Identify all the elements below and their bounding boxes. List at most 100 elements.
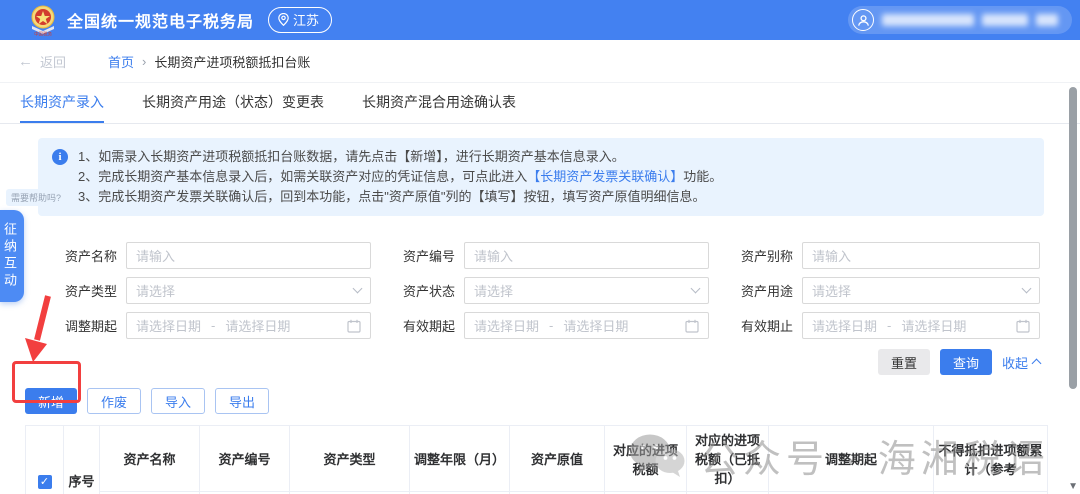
asset-status-label: 资产状态 <box>402 284 455 299</box>
col-adjust-months: 调整年限（月） <box>409 425 510 492</box>
notice-line-2-text: 2、完成长期资产基本信息录入后，如需关联资产对应的凭证信息，可点此进入 <box>78 169 528 184</box>
help-tooltip[interactable]: 需要帮助吗? <box>6 189 67 206</box>
asset-code-placeholder: 请输入 <box>474 249 514 264</box>
field-valid-period-end: 有效期止 请选择日期 - 请选择日期 <box>733 312 1040 339</box>
adjust-period-daterange[interactable]: 请选择日期 - 请选择日期 <box>126 312 371 339</box>
back-label: 返回 <box>40 54 67 70</box>
col-input-tax-deducted: 对应的进项税额（已抵扣） <box>686 425 769 492</box>
valid-start-daterange[interactable]: 请选择日期 - 请选择日期 <box>464 312 709 339</box>
interaction-side-tab[interactable]: 征纳互动 <box>0 210 24 302</box>
field-asset-name: 资产名称 请输入 <box>57 242 371 269</box>
app-header: 中国税务 全国统一规范电子税务局 江苏 <box>0 0 1080 40</box>
asset-status-select[interactable]: 请选择 <box>464 277 709 304</box>
back-button[interactable]: ← 返回 <box>18 52 66 71</box>
import-button[interactable]: 导入 <box>151 388 206 414</box>
tab-bar: 长期资产录入 长期资产用途（状态）变更表 长期资产混合用途确认表 <box>0 82 1080 124</box>
adjust-period-label: 调整期起 <box>64 319 117 334</box>
date-start-placeholder: 请选择日期 <box>136 319 202 334</box>
valid-end-daterange[interactable]: 请选择日期 - 请选择日期 <box>802 312 1040 339</box>
redacted-username <box>882 14 974 26</box>
asset-status-placeholder: 请选择 <box>474 284 514 299</box>
asset-type-placeholder: 请选择 <box>136 284 176 299</box>
date-separator: - <box>887 318 892 333</box>
col-asset-code: 资产编号 <box>199 425 290 492</box>
notice-line-3: 3、完成长期资产发票关联确认后，回到本功能，点击"资产原值"列的【填写】按钮，填… <box>78 189 706 204</box>
col-original-value: 资产原值 <box>509 425 605 492</box>
col-asset-name: 资产名称 <box>99 425 200 492</box>
asset-alias-input[interactable]: 请输入 <box>802 242 1040 269</box>
field-asset-type: 资产类型 请选择 <box>57 277 371 304</box>
page: 中国税务 全国统一规范电子税务局 江苏 ← 返回 首页 › 长期资产进项税额抵扣… <box>0 0 1080 494</box>
vertical-scrollbar[interactable]: ▼ <box>1066 84 1080 494</box>
void-button[interactable]: 作废 <box>87 388 142 414</box>
asset-alias-label: 资产别称 <box>740 249 793 264</box>
asset-usage-select[interactable]: 请选择 <box>802 277 1040 304</box>
date-start-placeholder: 请选择日期 <box>474 319 540 334</box>
asset-usage-label: 资产用途 <box>740 284 793 299</box>
app-title: 全国统一规范电子税务局 <box>67 14 255 31</box>
breadcrumb-home-link[interactable]: 首页 <box>108 52 134 71</box>
chevron-down-icon <box>1021 283 1032 294</box>
redacted-taxid <box>982 14 1028 26</box>
calendar-icon <box>1016 319 1030 333</box>
tab-usage-change[interactable]: 长期资产用途（状态）变更表 <box>142 83 324 123</box>
add-button[interactable]: 新增 <box>25 388 78 414</box>
asset-type-label: 资产类型 <box>64 284 117 299</box>
region-label: 江苏 <box>293 13 320 28</box>
asset-type-select[interactable]: 请选择 <box>126 277 371 304</box>
col-asset-type: 资产类型 <box>289 425 410 492</box>
select-all-cell: ✓ <box>25 425 64 494</box>
breadcrumb: ← 返回 首页 › 长期资产进项税额抵扣台账 <box>0 40 1080 82</box>
field-asset-alias: 资产别称 请输入 <box>733 242 1040 269</box>
tab-mixed-usage-confirm[interactable]: 长期资产混合用途确认表 <box>362 83 516 123</box>
field-valid-period-start: 有效期起 请选择日期 - 请选择日期 <box>395 312 709 339</box>
collapse-toggle[interactable]: 收起 <box>1001 353 1042 372</box>
chevron-down-icon <box>352 283 363 294</box>
tab-asset-entry[interactable]: 长期资产录入 <box>20 83 104 123</box>
date-end-placeholder: 请选择日期 <box>563 319 629 334</box>
redacted-suffix <box>1036 14 1058 26</box>
invoice-association-link[interactable]: 【长期资产发票关联确认】 <box>527 169 683 184</box>
date-separator: - <box>211 318 216 333</box>
asset-name-label: 资产名称 <box>64 249 117 264</box>
valid-start-label: 有效期起 <box>402 319 455 334</box>
calendar-icon <box>347 319 361 333</box>
breadcrumb-separator: › <box>142 53 147 69</box>
notice-panel: i 1、如需录入长期资产进项税额抵扣台账数据，请先点击【新增】，进行长期资产基本… <box>38 138 1044 216</box>
export-button[interactable]: 导出 <box>215 388 270 414</box>
scrollbar-down-arrow[interactable]: ▼ <box>1068 481 1078 492</box>
field-adjust-period-start: 调整期起 请选择日期 - 请选择日期 <box>57 312 371 339</box>
notice-line-2-suffix: 功能。 <box>683 169 723 184</box>
table-actions: 新增 作废 导入 导出 <box>25 388 1080 414</box>
field-asset-usage: 资产用途 请选择 <box>733 277 1040 304</box>
location-pin-icon <box>278 13 289 26</box>
col-input-tax: 对应的进项税额 <box>604 425 687 492</box>
reset-button[interactable]: 重置 <box>877 349 930 375</box>
notice-line-2: 2、完成长期资产基本信息录入后，如需关联资产对应的凭证信息，可点此进入【长期资产… <box>78 167 722 187</box>
asset-alias-placeholder: 请输入 <box>812 249 852 264</box>
info-icon: i <box>52 149 68 165</box>
user-account-pill[interactable] <box>848 6 1072 34</box>
valid-end-label: 有效期止 <box>740 319 793 334</box>
search-button[interactable]: 查询 <box>939 349 992 375</box>
form-buttons: 重置 查询 收起 <box>0 349 1042 375</box>
notice-line-1: 1、如需录入长期资产进项税额抵扣台账数据，请先点击【新增】，进行长期资产基本信息… <box>78 149 625 164</box>
calendar-icon <box>685 319 699 333</box>
chevron-down-icon <box>690 283 701 294</box>
tax-bureau-emblem-icon: 中国税务 <box>28 4 58 38</box>
region-badge[interactable]: 江苏 <box>268 7 333 33</box>
ledger-table: ✓ 序号 资产名称 资产编号 资产类型 调整年限（月） 资产原值 对应的进项税额… <box>25 425 1048 494</box>
date-end-placeholder: 请选择日期 <box>901 319 967 334</box>
svg-text:中国税务: 中国税务 <box>34 31 52 37</box>
scrollbar-thumb[interactable] <box>1069 87 1077 389</box>
date-start-placeholder: 请选择日期 <box>812 319 878 334</box>
asset-usage-placeholder: 请选择 <box>812 284 852 299</box>
asset-name-input[interactable]: 请输入 <box>126 242 371 269</box>
back-arrow-icon: ← <box>18 52 33 70</box>
seq-header-cell: 序号 <box>63 425 100 494</box>
asset-code-input[interactable]: 请输入 <box>464 242 709 269</box>
collapse-label: 收起 <box>1001 355 1028 371</box>
field-asset-status: 资产状态 请选择 <box>395 277 709 304</box>
breadcrumb-current: 长期资产进项税额抵扣台账 <box>154 54 311 70</box>
select-all-checkbox[interactable]: ✓ <box>37 474 52 489</box>
